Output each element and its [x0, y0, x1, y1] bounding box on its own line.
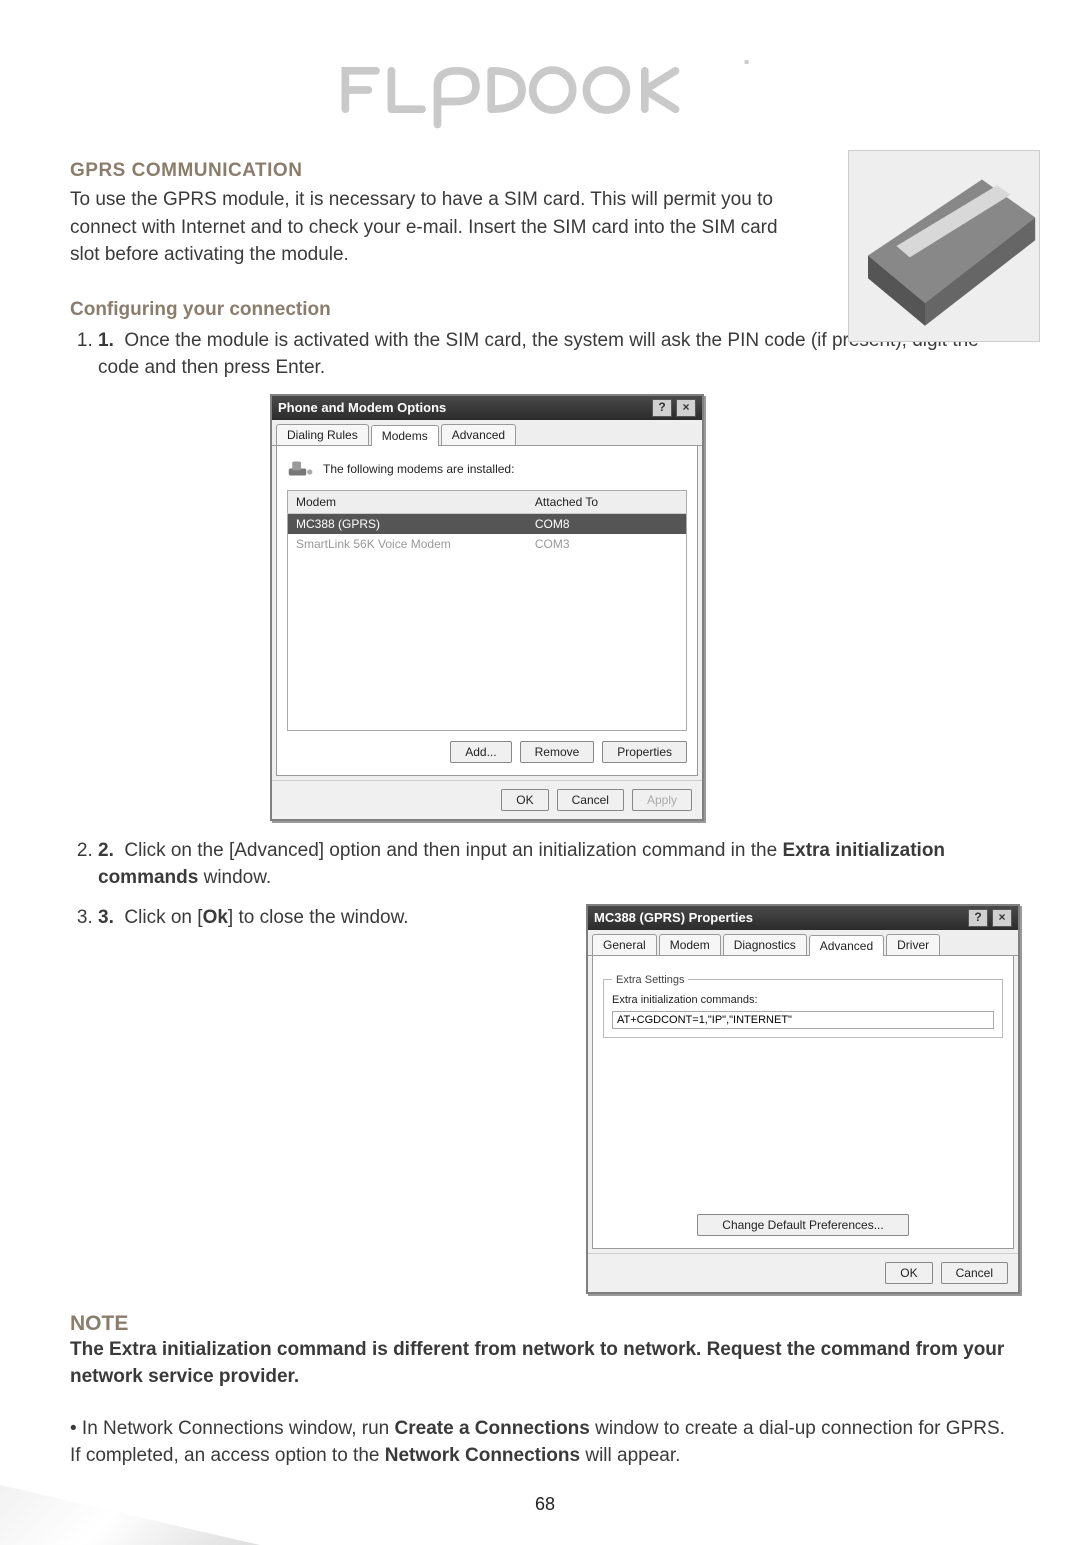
note-bullet: • In Network Connections window, run Cre… — [70, 1415, 1020, 1470]
note-heading: NOTE — [70, 1312, 1020, 1336]
table-row[interactable]: MC388 (GPRS)COM8 — [288, 513, 687, 534]
step-1-text: Once the module is activated with the SI… — [98, 330, 979, 379]
tab-advanced[interactable]: Advanced — [441, 424, 516, 445]
modems-table: ModemAttached To MC388 (GPRS)COM8 SmartL… — [287, 490, 687, 731]
modem-name: SmartLink 56K Voice Modem — [288, 534, 527, 554]
dialog2-title: MC388 (GPRS) Properties — [594, 910, 753, 925]
dialog2-tabs: General Modem Diagnostics Advanced Drive… — [588, 930, 1018, 956]
device-photo — [848, 150, 1040, 342]
brand-logo — [70, 50, 1020, 130]
bullet-b2: Network Connections — [385, 1445, 580, 1466]
change-default-button[interactable]: Change Default Preferences... — [697, 1214, 908, 1236]
table-row[interactable]: SmartLink 56K Voice ModemCOM3 — [288, 534, 687, 554]
bullet-b1: Create a Connections — [395, 1418, 590, 1439]
step-2: 2. Click on the [Advanced] option and th… — [98, 837, 1020, 892]
modem-port: COM8 — [527, 513, 687, 534]
phone-modem-dialog: Phone and Modem Options ? × Dialing Rule… — [270, 394, 704, 821]
step-3-bold: Ok — [203, 907, 228, 928]
cancel-button[interactable]: Cancel — [941, 1262, 1008, 1284]
help-icon[interactable]: ? — [652, 399, 672, 417]
extra-init-label: Extra initialization commands: — [612, 994, 994, 1006]
page-number: 68 — [70, 1494, 1020, 1515]
modem-name: MC388 (GPRS) — [288, 513, 527, 534]
close-icon[interactable]: × — [992, 909, 1012, 927]
bullet-post: will appear. — [580, 1445, 680, 1466]
tab-dialing-rules[interactable]: Dialing Rules — [276, 424, 369, 445]
note-bold-line: The Extra initialization command is diff… — [70, 1336, 1020, 1391]
col-modem: Modem — [288, 490, 527, 513]
step-3-text-a: Click on [ — [124, 907, 202, 928]
extra-init-input[interactable] — [612, 1011, 994, 1029]
dialog1-title: Phone and Modem Options — [278, 400, 446, 415]
remove-button[interactable]: Remove — [520, 741, 595, 763]
help-icon[interactable]: ? — [968, 909, 988, 927]
modem-properties-dialog: MC388 (GPRS) Properties ? × General Mode… — [586, 904, 1020, 1294]
modem-port: COM3 — [527, 534, 687, 554]
step-3-text-b: ] to close the window. — [228, 907, 409, 928]
ok-button[interactable]: OK — [501, 789, 548, 811]
dialog1-tabs: Dialing Rules Modems Advanced — [272, 420, 702, 446]
step-3: 3. Click on [Ok] to close the window. — [98, 904, 546, 932]
step-2-text-a: Click on the [Advanced] option and then … — [124, 840, 782, 861]
step-2-text-b: window. — [198, 867, 271, 888]
ok-button[interactable]: OK — [885, 1262, 932, 1284]
phone-icon — [287, 458, 315, 480]
extra-settings-legend: Extra Settings — [612, 974, 688, 986]
tab-general[interactable]: General — [592, 934, 657, 955]
add-button[interactable]: Add... — [450, 741, 511, 763]
cancel-button[interactable]: Cancel — [557, 789, 624, 811]
col-attached: Attached To — [527, 490, 687, 513]
tab-advanced2[interactable]: Advanced — [809, 935, 884, 956]
bullet-pre: • In Network Connections window, run — [70, 1418, 395, 1439]
dialog2-titlebar: MC388 (GPRS) Properties ? × — [588, 906, 1018, 930]
tab-driver[interactable]: Driver — [886, 934, 940, 955]
tab-modem[interactable]: Modem — [659, 934, 721, 955]
tab-diagnostics[interactable]: Diagnostics — [723, 934, 807, 955]
close-icon[interactable]: × — [676, 399, 696, 417]
apply-button[interactable]: Apply — [632, 789, 692, 811]
tab-modems[interactable]: Modems — [371, 425, 439, 446]
steps-list-3: 3. Click on [Ok] to close the window. — [70, 904, 546, 932]
dialog1-titlebar: Phone and Modem Options ? × — [272, 396, 702, 420]
dialog1-info: The following modems are installed: — [323, 462, 514, 476]
steps-list-2: 2. Click on the [Advanced] option and th… — [70, 837, 1020, 892]
intro-paragraph: To use the GPRS module, it is necessary … — [70, 186, 810, 269]
properties-button[interactable]: Properties — [602, 741, 687, 763]
